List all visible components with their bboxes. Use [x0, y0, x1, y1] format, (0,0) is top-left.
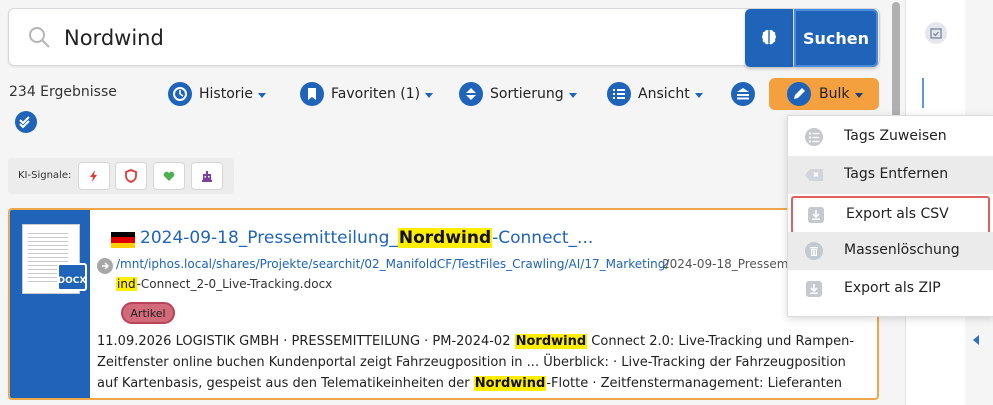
menu-item-label: Export als ZIP	[844, 280, 941, 296]
menu-item-export-csv[interactable]: Export als CSV	[791, 196, 990, 234]
chevron-down-icon	[258, 92, 267, 98]
select-all-check-icon[interactable]	[14, 110, 38, 134]
menu-item-label: Tags Entfernen	[844, 166, 949, 182]
checklist-icon	[805, 128, 823, 146]
docx-file-icon: DOCX	[57, 263, 87, 291]
bulk-dropdown-menu: Tags Zuweisen Tags Entfernen Export als …	[787, 115, 993, 317]
result-card[interactable]: DOCX 2024-09-18_Pressemitteilung_Nordwin…	[8, 208, 879, 400]
file-path-continued: ind-Connect_2-0_Live-Tracking.docx	[116, 277, 333, 291]
search-input[interactable]	[64, 19, 734, 57]
history-icon	[168, 82, 192, 106]
layout-toggle[interactable]	[731, 80, 755, 108]
menu-item-mass-delete[interactable]: Massenlöschung	[788, 232, 993, 270]
document-thumbnail-panel: DOCX	[10, 210, 90, 398]
menu-item-label: Tags Zuweisen	[844, 128, 947, 144]
shield-icon	[125, 169, 137, 183]
ki-chip-heart[interactable]	[153, 162, 185, 190]
tag-badge[interactable]: Artikel	[121, 302, 175, 324]
arrow-right-icon[interactable]	[97, 258, 113, 274]
trash-icon	[805, 242, 823, 260]
menu-item-tags-assign[interactable]: Tags Zuweisen	[788, 118, 993, 156]
chevron-down-icon	[855, 92, 864, 98]
heart-icon	[163, 171, 175, 181]
ki-signals-label: KI-Signale:	[18, 170, 72, 181]
file-path-link[interactable]: /mnt/iphos.local/shares/Projekte/searchi…	[116, 257, 669, 271]
lightning-icon	[90, 170, 97, 182]
tag-remove-icon	[805, 169, 823, 181]
collapse-arrow-icon[interactable]	[973, 335, 979, 345]
robot-icon	[202, 171, 212, 182]
menu-item-label: Massenlöschung	[844, 242, 960, 258]
ki-chip-lightning[interactable]	[78, 162, 110, 190]
brain-icon	[762, 29, 776, 45]
ki-signals: KI-Signale:	[8, 158, 234, 194]
download-icon	[808, 207, 824, 223]
result-count: 234 Ergebnisse	[9, 84, 117, 100]
menu-item-export-zip[interactable]: Export als ZIP	[788, 270, 993, 308]
bulk-label: Bulk	[819, 86, 850, 102]
result-snippet: 11.09.2026 LOGISTIK GMBH · PRESSEMITTEIL…	[97, 334, 855, 398]
search-submit-button[interactable]: Suchen	[794, 9, 878, 67]
history-label: Historie	[199, 86, 254, 102]
download-icon	[806, 281, 822, 297]
bulk-button[interactable]: Bulk	[769, 78, 879, 110]
favorites-menu[interactable]: Favoriten (1)	[300, 80, 434, 108]
view-menu[interactable]: Ansicht	[607, 80, 703, 108]
stack-icon	[731, 82, 755, 106]
sort-menu[interactable]: Sortierung	[459, 80, 577, 108]
menu-item-label: Export als CSV	[846, 206, 949, 222]
chevron-down-icon	[568, 92, 577, 98]
chevron-down-icon	[694, 92, 703, 98]
bookmark-icon	[300, 82, 324, 106]
ai-search-button[interactable]	[745, 9, 793, 67]
list-icon	[607, 82, 631, 106]
sort-label: Sortierung	[490, 86, 564, 102]
favorites-label: Favoriten (1)	[331, 86, 421, 102]
sort-icon	[459, 82, 483, 106]
german-flag-icon	[111, 232, 135, 248]
menu-item-tags-remove[interactable]: Tags Entfernen	[788, 156, 993, 194]
chevron-down-icon	[425, 92, 434, 98]
scrollbar-thumb[interactable]	[892, 2, 900, 117]
result-title-link[interactable]: 2024-09-18_Pressemitteilung_Nordwind-Con…	[140, 228, 593, 248]
ki-chip-robot[interactable]	[191, 162, 223, 190]
calendar-check-icon[interactable]	[925, 22, 947, 44]
search-icon	[29, 27, 50, 48]
ki-chip-shield[interactable]	[115, 162, 147, 190]
history-menu[interactable]: Historie	[168, 80, 267, 108]
view-label: Ansicht	[638, 86, 690, 102]
side-divider	[922, 78, 924, 108]
pencil-icon	[787, 82, 811, 106]
